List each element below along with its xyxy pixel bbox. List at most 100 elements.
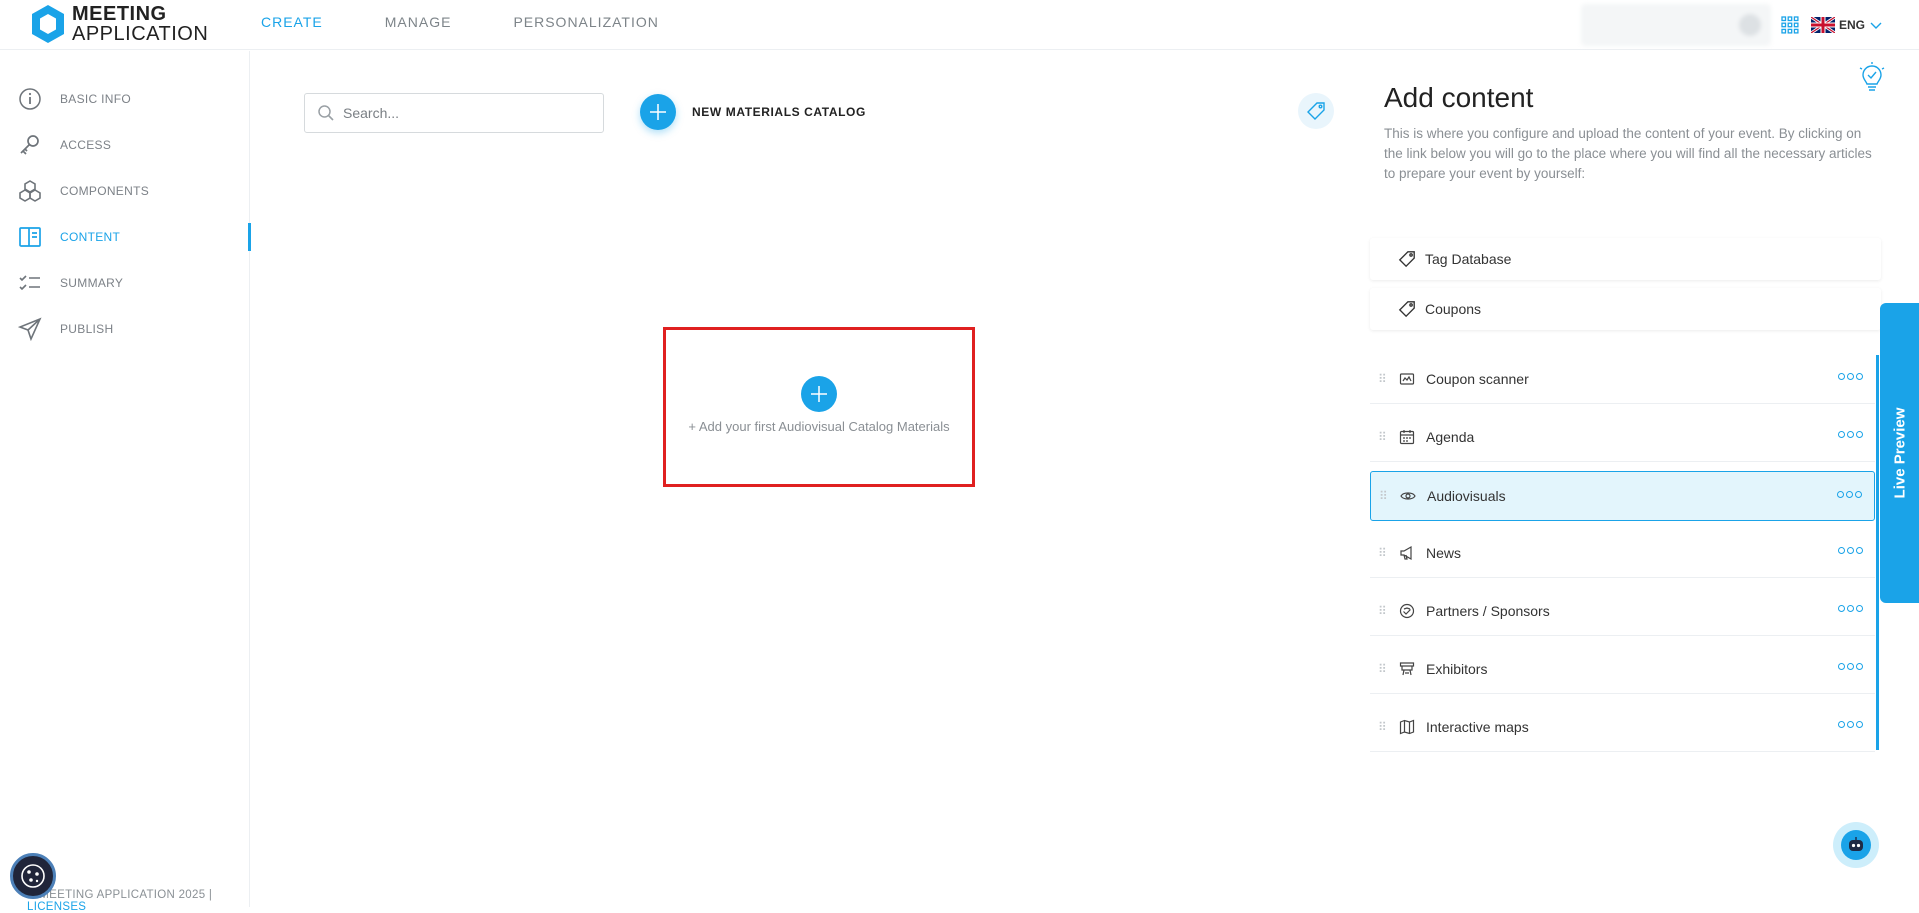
send-icon: [18, 317, 42, 341]
empty-state-text: + Add your first Audiovisual Catalog Mat…: [688, 419, 950, 434]
licenses-link[interactable]: LICENSES: [27, 901, 86, 913]
booth-icon: [1399, 661, 1415, 675]
cookie-icon: [21, 864, 45, 888]
live-preview-tab[interactable]: Live Preview: [1880, 303, 1919, 603]
component-row-audiovisuals[interactable]: ⠿ Audiovisuals: [1370, 471, 1875, 521]
sidebar-item-summary[interactable]: SUMMARY: [0, 260, 250, 306]
key-icon: [20, 135, 39, 155]
more-options-icon[interactable]: [1836, 373, 1863, 380]
link-label: Coupons: [1425, 301, 1482, 317]
drag-handle-icon[interactable]: ⠿: [1378, 662, 1387, 676]
sidebar-item-label: COMPONENTS: [60, 184, 150, 198]
chat-assistant-button[interactable]: [1833, 822, 1879, 868]
search-input[interactable]: [343, 105, 583, 121]
component-label: Interactive maps: [1426, 718, 1529, 735]
chevron-down-icon: [1870, 22, 1882, 29]
add-content-description: This is where you configure and upload t…: [1384, 126, 1872, 181]
components-icon: [19, 180, 41, 202]
top-bar: MEETING APPLICATION CREATE MANAGE PERSON…: [0, 0, 1919, 50]
tag-icon: [1307, 102, 1325, 120]
apps-grid-icon[interactable]: [1781, 16, 1799, 34]
more-options-icon[interactable]: [1836, 431, 1863, 438]
drag-handle-icon[interactable]: ⠿: [1378, 546, 1387, 560]
content-icon: [19, 227, 41, 247]
search-box: [304, 93, 604, 133]
component-label: Partners / Sponsors: [1426, 602, 1550, 619]
tag-icon: [1398, 301, 1415, 318]
drag-handle-icon[interactable]: ⠿: [1378, 720, 1387, 734]
drag-handle-icon[interactable]: ⠿: [1378, 604, 1387, 618]
new-catalog-label: NEW MATERIALS CATALOG: [692, 105, 866, 119]
component-row-news[interactable]: ⠿ News: [1370, 528, 1875, 578]
component-row-interactive-maps[interactable]: ⠿ Interactive maps: [1370, 702, 1875, 752]
sidebar-item-components[interactable]: COMPONENTS: [0, 168, 250, 214]
drag-handle-icon[interactable]: ⠿: [1378, 372, 1387, 386]
sidebar-item-basic-info[interactable]: BASIC INFO: [0, 76, 250, 122]
eye-icon: [1400, 492, 1416, 500]
tag-icon: [1398, 251, 1415, 268]
sidebar-item-label: PUBLISH: [60, 322, 114, 336]
copyright-text: © MEETING APPLICATION 2025 |: [27, 889, 213, 901]
user-menu[interactable]: [1580, 4, 1771, 46]
sidebar-item-label: SUMMARY: [60, 276, 124, 290]
language-selector[interactable]: ENG: [1810, 17, 1887, 33]
component-row-coupon-scanner[interactable]: ⠿ Coupon scanner: [1370, 354, 1875, 404]
info-icon: [19, 88, 41, 110]
hexagon-logo-icon: [32, 5, 64, 43]
drag-handle-icon[interactable]: ⠿: [1379, 489, 1388, 503]
add-icon: [640, 94, 676, 130]
component-label: Coupon scanner: [1426, 370, 1529, 387]
sidebar-item-label: CONTENT: [60, 230, 121, 244]
megaphone-icon: [1400, 545, 1412, 560]
map-icon: [1399, 719, 1415, 734]
bot-icon: [1841, 830, 1871, 860]
search-icon: [318, 105, 334, 121]
cookie-settings-button[interactable]: [10, 853, 56, 899]
logo-line1: MEETING: [72, 3, 167, 25]
more-options-icon[interactable]: [1836, 605, 1863, 612]
component-row-partners-sponsors[interactable]: ⠿ Partners / Sponsors: [1370, 586, 1875, 636]
link-label: Tag Database: [1425, 251, 1512, 267]
sidebar-item-access[interactable]: ACCESS: [0, 122, 250, 168]
add-content-title: Add content: [1384, 82, 1534, 113]
live-preview-label: Live Preview: [1891, 407, 1908, 499]
drag-handle-icon[interactable]: ⠿: [1378, 430, 1387, 444]
lightbulb-tip-icon[interactable]: [1858, 62, 1886, 96]
partners-icon: [1399, 603, 1415, 618]
top-right-controls: ENG: [1580, 0, 1919, 50]
scanner-icon: [1399, 372, 1415, 385]
sidebar-item-label: BASIC INFO: [60, 92, 132, 106]
component-label: Agenda: [1426, 428, 1475, 445]
uk-flag-icon: [1810, 17, 1835, 33]
more-options-icon[interactable]: [1836, 547, 1863, 554]
avatar: [1738, 14, 1761, 36]
empty-state-add-materials[interactable]: + Add your first Audiovisual Catalog Mat…: [663, 327, 975, 487]
component-label: Exhibitors: [1426, 660, 1488, 677]
language-label: ENG: [1838, 18, 1865, 32]
logo-line2: APPLICATION: [72, 23, 209, 45]
add-icon: [801, 376, 837, 412]
nav-create[interactable]: CREATE: [261, 14, 323, 30]
more-options-icon[interactable]: [1836, 721, 1863, 728]
link-coupons[interactable]: Coupons: [1370, 288, 1881, 330]
calendar-icon: [1399, 429, 1415, 444]
component-row-exhibitors[interactable]: ⠿ Exhibitors: [1370, 644, 1875, 694]
sidebar: BASIC INFO ACCESS COMPONENTS CONTENT SUM…: [0, 51, 251, 913]
tags-button[interactable]: [1298, 93, 1334, 129]
sidebar-item-label: ACCESS: [60, 138, 112, 152]
sidebar-item-publish[interactable]: PUBLISH: [0, 306, 250, 352]
component-label: Audiovisuals: [1427, 488, 1506, 504]
sidebar-item-content[interactable]: CONTENT: [0, 214, 251, 260]
more-options-icon[interactable]: [1835, 491, 1862, 498]
component-row-agenda[interactable]: ⠿ Agenda: [1370, 412, 1875, 462]
component-label: News: [1426, 544, 1462, 561]
checklist-icon: [19, 275, 40, 291]
link-tag-database[interactable]: Tag Database: [1370, 238, 1881, 280]
top-nav: CREATE MANAGE PERSONALIZATION: [261, 14, 721, 30]
nav-personalization[interactable]: PERSONALIZATION: [513, 14, 658, 30]
app-logo[interactable]: MEETING APPLICATION: [30, 3, 208, 45]
new-materials-catalog-button[interactable]: NEW MATERIALS CATALOG: [640, 94, 866, 130]
nav-manage[interactable]: MANAGE: [385, 14, 452, 30]
more-options-icon[interactable]: [1836, 663, 1863, 670]
live-preview-edge: [1876, 355, 1879, 750]
